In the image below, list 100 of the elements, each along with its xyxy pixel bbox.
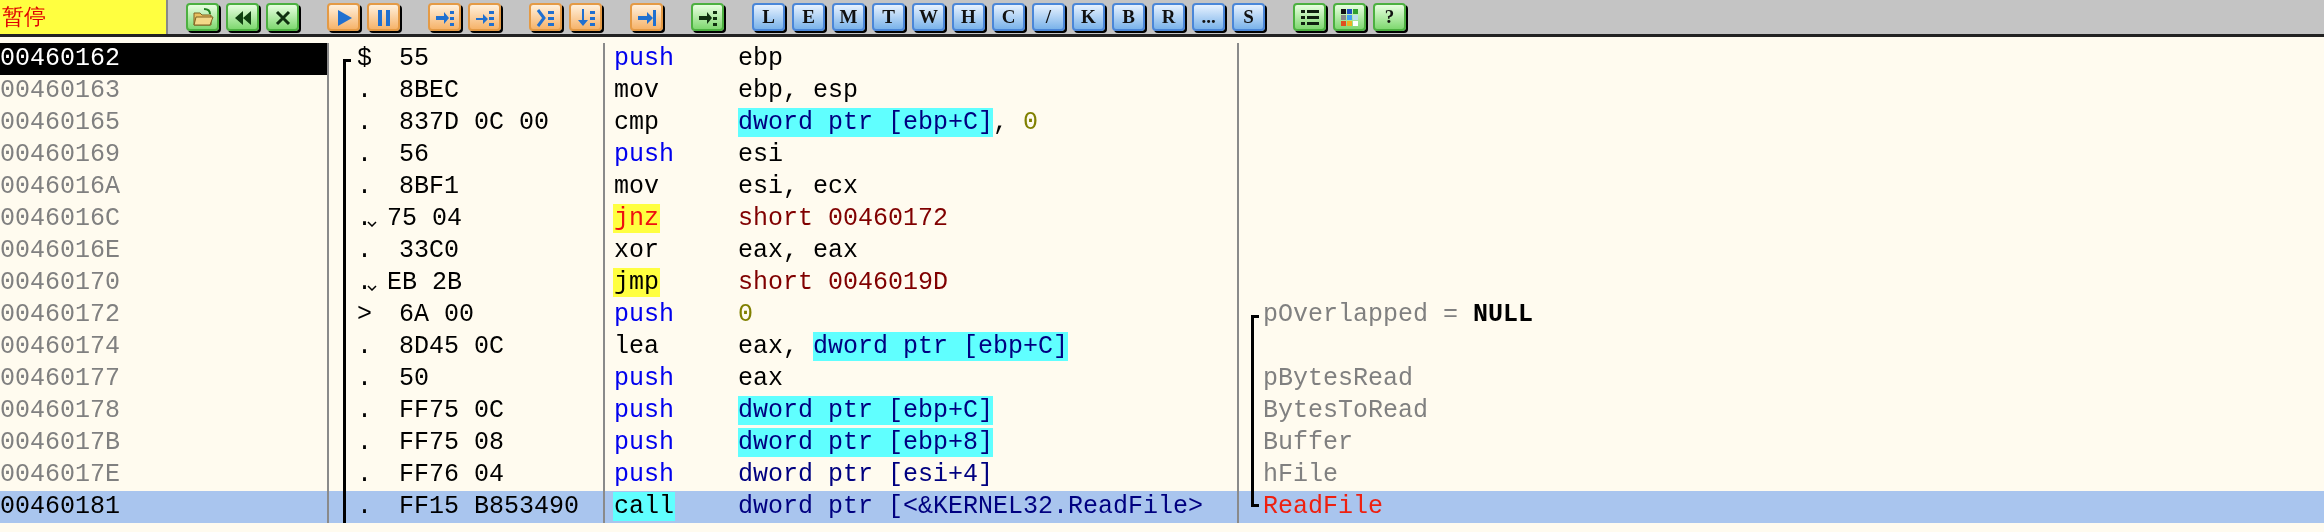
operand-text: dword ptr [ebp+8]	[738, 427, 994, 459]
hex-bytes: 55	[399, 43, 429, 75]
toolbar-button[interactable]	[226, 3, 259, 31]
mnemonic: push	[613, 364, 675, 393]
address-cell-text: 00460170	[0, 267, 122, 299]
row-marker: .	[357, 459, 373, 491]
toolbar-button[interactable]: /	[1032, 3, 1065, 31]
address-cell-text: 0046017B	[0, 427, 122, 459]
address-cell-text: 00460169	[0, 139, 122, 171]
operand-text: dword ptr [<&KERNEL32.ReadFile>	[738, 491, 1204, 523]
address-cell-text: 0046017E	[0, 459, 122, 491]
row-marker: .	[357, 267, 373, 299]
hex-bytes: 33C0	[399, 235, 459, 267]
address-cell-text: 00460181	[0, 491, 122, 523]
mnemonic: cmp	[613, 108, 660, 137]
toolbar-button[interactable]: ...	[1192, 3, 1225, 31]
open-folder-icon	[191, 6, 214, 28]
address-cell-text: 0046016C	[0, 203, 122, 235]
hex-bytes: 837D 0C 00	[399, 107, 550, 139]
operand-text: dword ptr [ebp+C]	[738, 395, 994, 427]
toolbar-button[interactable]	[691, 3, 724, 31]
comment-text: Buffer	[1263, 427, 1353, 459]
toolbar-button[interactable]: S	[1232, 3, 1265, 31]
comment-text: pOverlapped = NULL	[1263, 299, 1534, 331]
address-cell-text: 0046016A	[0, 171, 122, 203]
row-marker: .	[357, 427, 373, 459]
toolbar-button[interactable]: T	[872, 3, 905, 31]
hex-bytes: 75 04	[387, 203, 462, 235]
mnemonic: push	[613, 396, 675, 425]
operand-text: esi	[738, 139, 783, 171]
operand-text: dword ptr [ebp+C], 0	[738, 107, 1039, 139]
operand-text: short 00460172	[738, 203, 949, 235]
address-cell-text: 00460178	[0, 395, 122, 427]
help-button[interactable]: ?	[1373, 3, 1406, 31]
toolbar-button[interactable]: R	[1152, 3, 1185, 31]
hex-bytes: 8D45 0C	[399, 331, 505, 363]
row-marker: .	[357, 395, 373, 427]
address-cell-text: 00460163	[0, 75, 122, 107]
color-grid-icon	[1338, 6, 1361, 28]
hex-bytes: FF15 B853490	[399, 491, 580, 523]
operand-text: eax, eax	[738, 235, 859, 267]
operand-text: 0	[738, 299, 753, 331]
hex-bytes: 56	[399, 139, 429, 171]
mnemonic: push	[613, 300, 675, 329]
toolbar-button[interactable]: H	[952, 3, 985, 31]
hex-bytes: FF75 08	[399, 427, 505, 459]
comment-text: hFile	[1263, 459, 1338, 491]
selected-row[interactable]: 00460181 . FF15 B853490 call dword ptr [<&KERNEL32.ReadFile> ReadFile	[0, 491, 2324, 523]
address-cell: 00460162	[0, 43, 327, 75]
toolbar-button[interactable]: E	[792, 3, 825, 31]
operand-text: ebp	[738, 43, 783, 75]
hex-bytes: 6A 00	[399, 299, 474, 331]
row-marker: .	[357, 75, 373, 107]
operand-text: eax	[738, 363, 783, 395]
toolbar-button[interactable]	[1293, 3, 1326, 31]
hex-bytes: FF76 04	[399, 459, 505, 491]
comment-text: ReadFile	[1263, 491, 1384, 523]
toolbar-button[interactable]: W	[912, 3, 945, 31]
row-marker: .	[357, 171, 373, 203]
mnemonic: jmp	[613, 268, 660, 297]
hex-bytes: FF75 0C	[399, 395, 505, 427]
operand-text: esi, ecx	[738, 171, 859, 203]
toolbar-button[interactable]: M	[832, 3, 865, 31]
mnemonic: mov	[613, 76, 660, 105]
row-marker: .	[357, 491, 373, 523]
mnemonic: xor	[613, 236, 660, 265]
hex-bytes: 8BF1	[399, 171, 459, 203]
row-marker: .	[357, 203, 373, 235]
row-marker: >	[357, 299, 373, 331]
mnemonic: jnz	[613, 204, 660, 233]
mnemonic: push	[613, 428, 675, 457]
mnemonic: mov	[613, 172, 660, 201]
status-text: 暂停	[0, 0, 168, 34]
hex-bytes: EB 2B	[387, 267, 462, 299]
toolbar-button[interactable]: B	[1112, 3, 1145, 31]
toolbar-button[interactable]: L	[752, 3, 785, 31]
mnemonic: call	[613, 492, 675, 521]
operand-text: short 0046019D	[738, 267, 949, 299]
mnemonic: push	[613, 44, 675, 73]
toolbar-button[interactable]: C	[992, 3, 1025, 31]
operand-text: ebp, esp	[738, 75, 859, 107]
row-marker: .	[357, 331, 373, 363]
address-cell-text: 00460172	[0, 299, 122, 331]
toolbar-button[interactable]	[1333, 3, 1366, 31]
row-marker: .	[357, 139, 373, 171]
row-marker: .	[357, 363, 373, 395]
comment-text: pBytesRead	[1263, 363, 1414, 395]
mnemonic: push	[613, 140, 675, 169]
toolbar-button[interactable]	[266, 3, 299, 31]
address-cell-text: 00460177	[0, 363, 122, 395]
toolbar-button[interactable]: K	[1072, 3, 1105, 31]
mnemonic: push	[613, 460, 675, 489]
mnemonic: lea	[613, 332, 660, 361]
row-marker: .	[357, 235, 373, 267]
hex-bytes: 8BEC	[399, 75, 459, 107]
row-marker: $	[357, 43, 373, 75]
address-cell-text: 00460174	[0, 331, 122, 363]
operand-text: eax, dword ptr [ebp+C]	[738, 331, 1069, 363]
comment-text: BytesToRead	[1263, 395, 1429, 427]
row-marker: .	[357, 107, 373, 139]
